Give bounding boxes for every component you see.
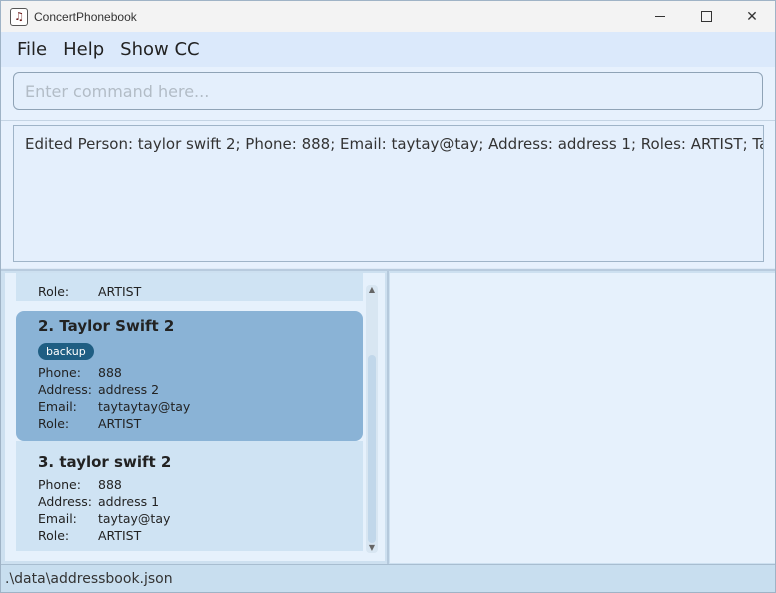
lists-panel: Role: ARTIST 2. Taylor Swift 2 backup Ph… <box>1 269 775 565</box>
address-label: Address: <box>38 494 92 509</box>
person-name: 3. taylor swift 2 <box>38 453 341 471</box>
email-value: taytay@tay <box>98 511 171 526</box>
role-field: Role: ARTIST <box>38 415 341 432</box>
role-field: Role: ARTIST <box>38 527 341 544</box>
window-title: ConcertPhonebook <box>34 9 137 24</box>
address-value: address 2 <box>98 382 160 397</box>
scroll-down-icon[interactable]: ▼ <box>366 543 378 553</box>
role-label: Role: <box>38 416 70 431</box>
file-path: .\data\addressbook.json <box>5 570 173 587</box>
role-label: Role: <box>38 284 70 299</box>
list-scrollbar[interactable]: ▲ ▼ <box>366 285 378 553</box>
phone-field: Phone: 888 <box>38 364 341 381</box>
person-index: 3. <box>38 453 55 471</box>
title-bar[interactable]: ♫ ConcertPhonebook ✕ <box>1 1 775 32</box>
app-window: ♫ ConcertPhonebook ✕ File Help Show CC E… <box>0 0 776 593</box>
result-display: Edited Person: taylor swift 2; Phone: 88… <box>13 125 764 262</box>
minimize-icon <box>655 16 665 17</box>
tag-badge: backup <box>38 343 94 360</box>
person-card-partial[interactable]: Role: ARTIST <box>16 273 363 301</box>
person-card-selected[interactable]: 2. Taylor Swift 2 backup Phone: 888 Addr… <box>16 311 363 441</box>
close-button[interactable]: ✕ <box>729 1 775 32</box>
menu-show-cc[interactable]: Show CC <box>112 39 207 60</box>
result-display-area: Edited Person: taylor swift 2; Phone: 88… <box>1 121 775 268</box>
phone-label: Phone: <box>38 477 81 492</box>
email-label: Email: <box>38 399 77 414</box>
person-card[interactable]: 3. taylor swift 2 Phone: 888 Address: ad… <box>16 441 363 551</box>
email-field: Email: taytaytay@tay <box>38 398 341 415</box>
phone-field: Phone: 888 <box>38 476 341 493</box>
menu-help[interactable]: Help <box>55 39 112 60</box>
person-name: 2. Taylor Swift 2 <box>38 317 341 335</box>
email-field: Email: taytay@tay <box>38 510 341 527</box>
split-divider[interactable] <box>387 271 389 565</box>
menu-file[interactable]: File <box>9 39 55 60</box>
command-box-area <box>1 67 775 121</box>
phone-label: Phone: <box>38 365 81 380</box>
address-field: Address: address 2 <box>38 381 341 398</box>
person-list[interactable]: Role: ARTIST 2. Taylor Swift 2 backup Ph… <box>5 273 385 561</box>
role-label: Role: <box>38 528 70 543</box>
role-value: ARTIST <box>98 284 142 299</box>
status-bar: .\data\addressbook.json <box>1 564 775 592</box>
scroll-up-icon[interactable]: ▲ <box>366 285 378 295</box>
address-label: Address: <box>38 382 92 397</box>
minimize-button[interactable] <box>637 1 683 32</box>
maximize-icon <box>700 11 712 22</box>
music-note-icon: ♫ <box>10 7 28 26</box>
command-input[interactable] <box>13 72 763 110</box>
person-name-text: taylor swift 2 <box>59 453 172 471</box>
role-value: ARTIST <box>98 416 142 431</box>
maximize-button[interactable] <box>683 1 729 32</box>
address-field: Address: address 1 <box>38 493 341 510</box>
person-name-text: Taylor Swift 2 <box>59 317 175 335</box>
role-value: ARTIST <box>98 528 142 543</box>
email-value: taytaytay@tay <box>98 399 191 414</box>
close-icon: ✕ <box>746 8 758 25</box>
address-value: address 1 <box>98 494 160 509</box>
concert-list[interactable] <box>390 273 775 563</box>
window-controls: ✕ <box>637 1 775 32</box>
phone-value: 888 <box>98 365 122 380</box>
scroll-thumb[interactable] <box>368 355 376 543</box>
person-index: 2. <box>38 317 55 335</box>
email-label: Email: <box>38 511 77 526</box>
role-field: Role: ARTIST <box>38 283 341 300</box>
menu-bar: File Help Show CC <box>1 32 775 68</box>
phone-value: 888 <box>98 477 122 492</box>
